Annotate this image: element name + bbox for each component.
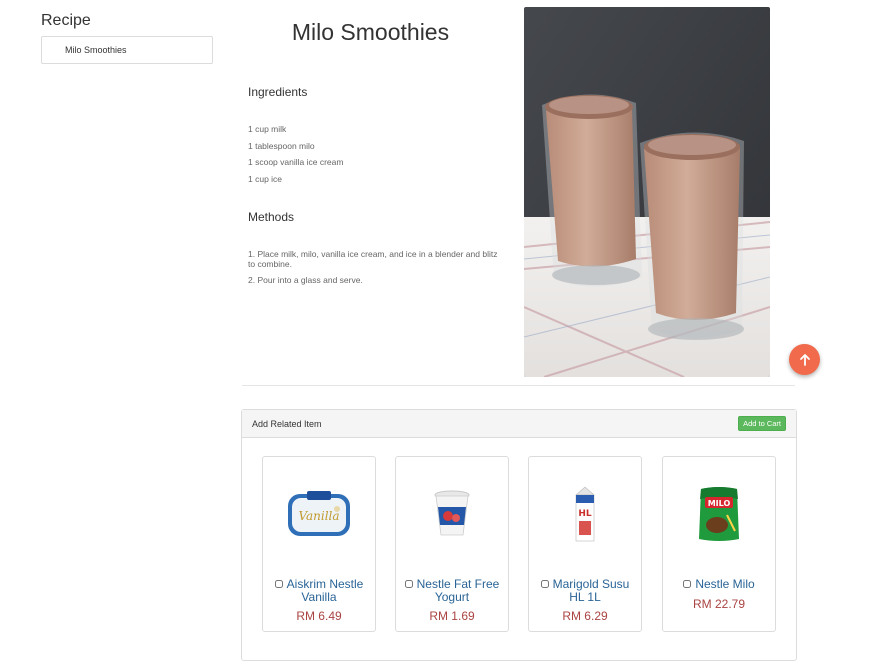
sidebar-item-label: Milo Smoothies (65, 45, 127, 55)
product-name: Marigold Susu HL 1L (552, 577, 630, 604)
ice-cream-tub-icon: Vanilla (288, 491, 350, 536)
product-card: MILO Nestle Milo RM 22.79 (662, 456, 776, 632)
product-select-checkbox[interactable] (274, 579, 283, 588)
recipe-photo (524, 7, 770, 377)
yogurt-cup-icon (434, 490, 470, 536)
product-image: Vanilla (263, 479, 375, 549)
add-to-cart-button[interactable]: Add to Cart (738, 416, 786, 431)
product-select-checkbox[interactable] (683, 579, 692, 588)
svg-text:MILO: MILO (708, 499, 731, 508)
product-name: Nestle Milo (695, 577, 755, 591)
product-card: Vanilla Aiskrim Nestle Vanilla RM 6.49 (262, 456, 376, 632)
milo-pack-icon: MILO (699, 487, 739, 541)
svg-text:HL: HL (578, 509, 592, 519)
product-name-row: Marigold Susu HL 1L (533, 578, 637, 604)
panel-title: Add Related Item (252, 418, 322, 429)
product-select-checkbox[interactable] (540, 579, 549, 588)
product-card: Nestle Fat Free Yogurt RM 1.69 (395, 456, 509, 632)
related-items-panel: Add Related Item Add to Cart Vanilla Ais… (241, 409, 797, 661)
product-image: MILO (663, 479, 775, 549)
product-price: RM 22.79 (692, 597, 746, 611)
product-name: Aiskrim Nestle Vanilla (286, 577, 364, 604)
ingredient-item: 1 cup ice (248, 173, 283, 184)
product-name-row: Nestle Fat Free Yogurt (400, 578, 504, 604)
ingredient-item: 1 scoop vanilla ice cream (248, 157, 344, 168)
product-image (396, 479, 508, 549)
product-name-row: Aiskrim Nestle Vanilla (267, 578, 371, 604)
sidebar-title: Recipe (41, 12, 91, 29)
section-divider (242, 385, 795, 386)
milk-carton-icon: HL (575, 486, 595, 542)
recipe-title: Milo Smoothies (291, 19, 450, 45)
methods-heading: Methods (248, 210, 295, 224)
ingredients-heading: Ingredients (248, 85, 308, 99)
method-step: 1. Place milk, milo, vanilla ice cream, … (248, 249, 498, 269)
ingredient-item: 1 cup milk (248, 124, 287, 134)
product-name-row: Nestle Milo (667, 578, 771, 591)
product-select-checkbox[interactable] (404, 579, 413, 588)
methods-list: 1. Place milk, milo, vanilla ice cream, … (248, 249, 498, 291)
panel-header: Add Related Item Add to Cart (242, 410, 796, 438)
svg-text:Vanilla: Vanilla (298, 509, 339, 523)
recipe-sidebar: Recipe Milo Smoothies (41, 12, 213, 64)
product-card: HL Marigold Susu HL 1L RM 6.29 (528, 456, 642, 632)
sidebar-item-milo-smoothies[interactable]: Milo Smoothies (41, 36, 213, 64)
product-price: RM 1.69 (429, 609, 475, 623)
product-name: Nestle Fat Free Yogurt (416, 577, 500, 604)
arrow-up-icon (799, 353, 810, 366)
product-price: RM 6.29 (562, 609, 608, 623)
product-image: HL (529, 479, 641, 549)
scroll-to-top-button[interactable] (789, 344, 820, 375)
ingredient-item: 1 tablespoon milo (248, 140, 315, 151)
ingredients-list: 1 cup milk 1 tablespoon milo 1 scoop van… (248, 124, 498, 190)
product-price: RM 6.49 (296, 609, 342, 623)
method-step: 2. Pour into a glass and serve. (248, 275, 363, 285)
